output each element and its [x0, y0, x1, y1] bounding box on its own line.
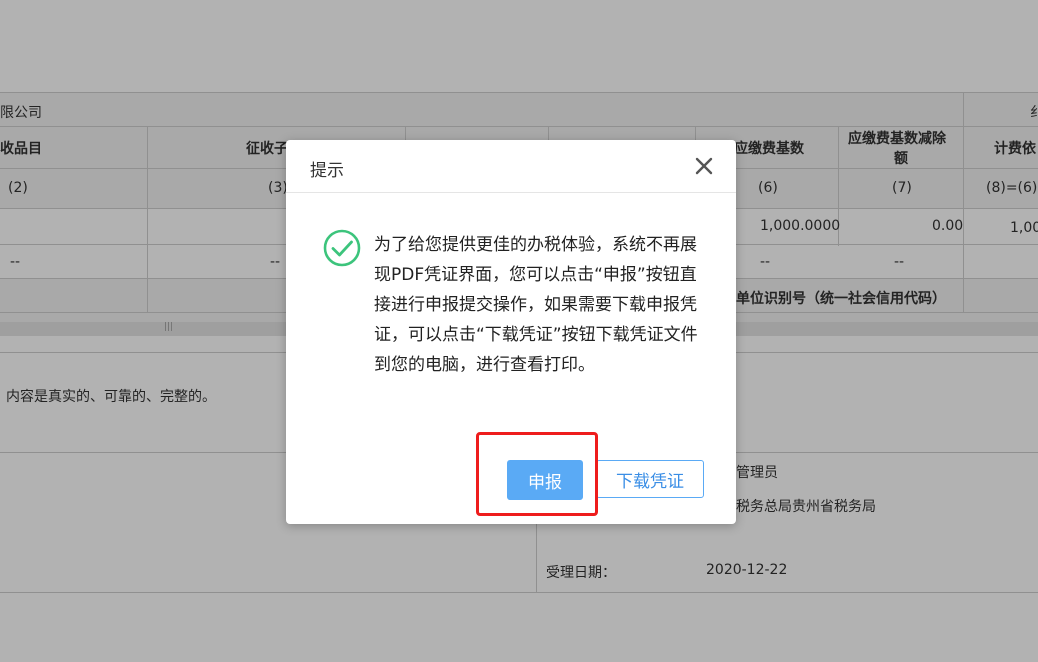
close-icon[interactable] [692, 154, 716, 178]
dialog-message: 为了给您提供更佳的办税体验，系统不再展现PDF凭证界面，您可以点击“申报”按钮直… [374, 235, 698, 375]
download-voucher-button[interactable]: 下载凭证 [596, 460, 704, 498]
dialog-title: 提示 [310, 161, 344, 181]
dialog-header: 提示 [286, 140, 736, 193]
highlight-box [476, 432, 598, 516]
check-circle-icon [322, 228, 362, 268]
